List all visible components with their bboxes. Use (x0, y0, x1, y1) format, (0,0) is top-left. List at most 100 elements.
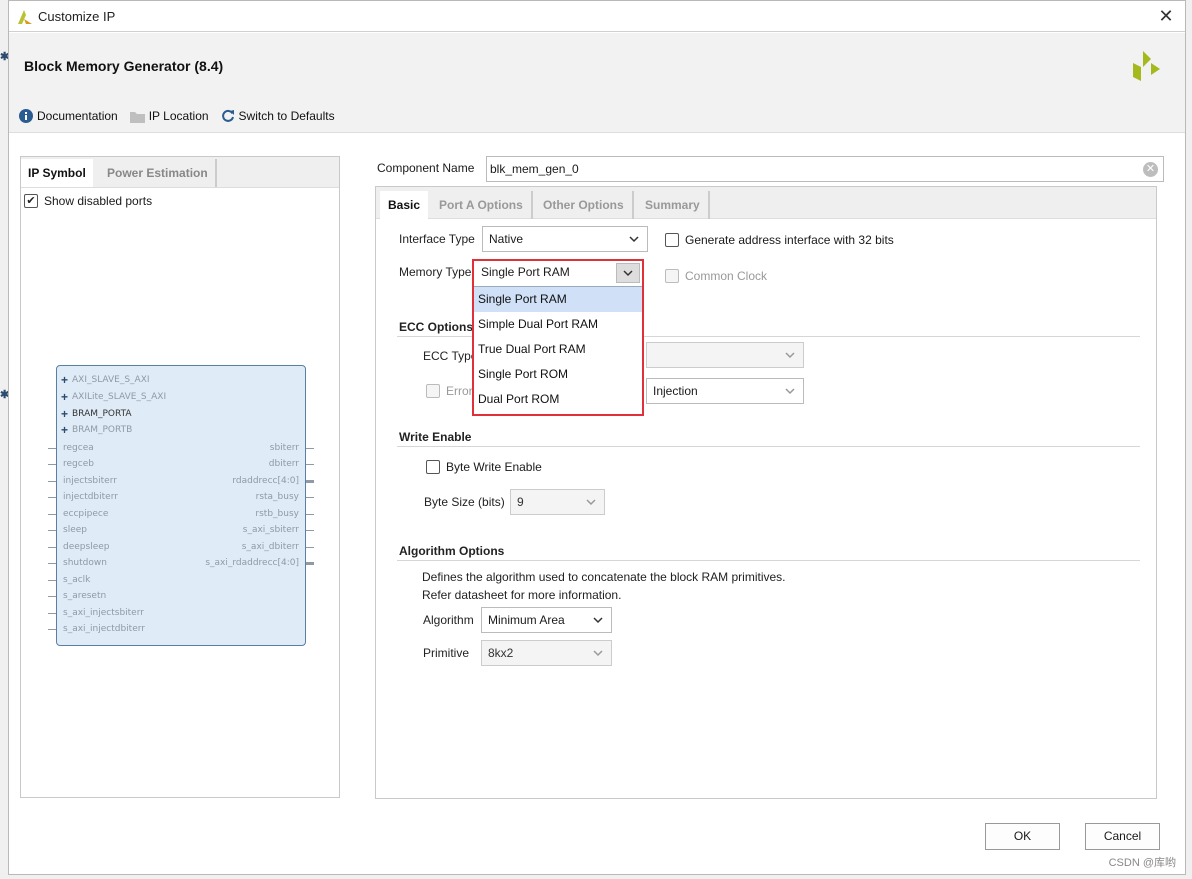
pin-stub (306, 547, 314, 548)
byte-size-value: 9 (517, 495, 524, 509)
bus-label: BRAM_PORTB (72, 425, 133, 435)
ok-button[interactable]: OK (985, 823, 1060, 850)
bus-bram-portb[interactable]: + BRAM_PORTB (60, 423, 132, 437)
pin-stub (306, 497, 314, 498)
ip-symbol-block: + AXI_SLAVE_S_AXI + AXILite_SLAVE_S_AXI + B… (56, 365, 306, 646)
close-button[interactable]: ✕ (1155, 5, 1177, 27)
show-disabled-ports-checkbox[interactable]: ✔ Show disabled ports (24, 194, 152, 208)
window-title: Customize IP (38, 9, 116, 24)
pin-stub (306, 448, 314, 449)
primitive-select[interactable]: 8kx2 (481, 640, 612, 666)
documentation-label: Documentation (37, 109, 118, 123)
chevron-down-icon (785, 352, 795, 359)
pin-right: dbiterr (268, 459, 299, 469)
interface-type-value: Native (489, 232, 524, 246)
ip-location-label: IP Location (148, 109, 209, 123)
pin-left: regcea (63, 443, 94, 453)
algorithm-description-2: Refer datasheet for more information. (422, 588, 622, 602)
xilinx-logo-icon (1133, 51, 1160, 81)
byte-size-select[interactable]: 9 (510, 489, 605, 515)
pin-stub (48, 481, 56, 482)
pin-stub (48, 613, 56, 614)
info-icon (19, 109, 33, 123)
tab-power-estimation[interactable]: Power Estimation (100, 159, 217, 187)
algorithm-select[interactable]: Minimum Area (481, 607, 612, 633)
pin-stub (306, 480, 314, 483)
refresh-icon (221, 109, 234, 122)
bus-bram-porta[interactable]: + BRAM_PORTA (60, 407, 132, 421)
common-clock-checkbox[interactable]: Common Clock (665, 269, 767, 283)
pin-left: injectdbiterr (63, 492, 118, 502)
interface-type-label: Interface Type (399, 232, 475, 246)
pin-left: s_axi_injectdbiterr (63, 624, 145, 634)
pin-left: s_aresetn (63, 591, 107, 601)
component-name-input[interactable]: blk_mem_gen_0 ✕ (486, 156, 1164, 182)
memory-type-label: Memory Type (399, 265, 472, 279)
generate-address-label: Generate address interface with 32 bits (685, 233, 894, 247)
component-name-value: blk_mem_gen_0 (490, 162, 579, 176)
checkbox-disabled-icon (665, 269, 679, 283)
pin-left: regceb (63, 459, 94, 469)
dialog-header: Block Memory Generator (8.4) Documentati… (9, 33, 1185, 133)
checkbox-disabled-icon (426, 384, 440, 398)
chevron-down-icon (593, 650, 603, 657)
bus-label: BRAM_PORTA (72, 409, 132, 419)
algorithm-label: Algorithm (423, 613, 474, 627)
pin-stub (48, 448, 56, 449)
error-injection-select[interactable]: Injection (646, 378, 804, 404)
pin-stub (48, 580, 56, 581)
pin-stub (48, 514, 56, 515)
clear-icon[interactable]: ✕ (1143, 162, 1158, 177)
pin-right: s_axi_rdaddrecc[4:0] (205, 558, 299, 568)
vivado-logo-icon (18, 10, 32, 24)
ip-name-title: Block Memory Generator (8.4) (24, 58, 224, 74)
component-name-label: Component Name (377, 161, 475, 175)
pin-right: rstb_busy (255, 509, 299, 519)
tab-other-options[interactable]: Other Options (535, 191, 634, 219)
bus-label: AXI_SLAVE_S_AXI (72, 375, 150, 385)
section-divider (397, 446, 1140, 447)
ip-location-button[interactable]: IP Location (129, 109, 209, 123)
generate-address-checkbox[interactable]: Generate address interface with 32 bits (665, 233, 894, 247)
checkbox-unchecked-icon (665, 233, 679, 247)
ecc-type-select[interactable] (646, 342, 804, 368)
write-enable-title: Write Enable (399, 430, 472, 444)
pin-left: s_axi_injectsbiterr (63, 608, 144, 618)
primitive-label: Primitive (423, 646, 470, 660)
checkbox-checked-icon: ✔ (24, 194, 38, 208)
checkbox-unchecked-icon (426, 460, 440, 474)
pin-stub (306, 514, 314, 515)
toolbar: Documentation IP Location Switch to Defa… (19, 109, 335, 123)
expand-icon: + (60, 373, 68, 387)
bus-axi-slave[interactable]: + AXI_SLAVE_S_AXI (60, 373, 150, 387)
pin-right: rdaddrecc[4:0] (232, 476, 299, 486)
cancel-button[interactable]: Cancel (1085, 823, 1160, 850)
pin-stub (48, 596, 56, 597)
expand-icon: + (60, 390, 68, 404)
tab-ip-symbol[interactable]: IP Symbol (21, 159, 93, 187)
bus-axilite-slave[interactable]: + AXILite_SLAVE_S_AXI (60, 390, 166, 404)
common-clock-label: Common Clock (685, 269, 768, 283)
switch-defaults-label: Switch to Defaults (238, 109, 335, 123)
pin-right: s_axi_sbiterr (242, 525, 299, 535)
right-tabs: Basic Port A Options Other Options Summa… (376, 187, 1156, 219)
ecc-options-title: ECC Options (399, 320, 473, 334)
tab-summary[interactable]: Summary (637, 191, 710, 219)
algorithm-options-title: Algorithm Options (399, 544, 505, 558)
tab-port-a-options[interactable]: Port A Options (431, 191, 533, 219)
ecc-type-label: ECC Type (423, 349, 478, 363)
tab-basic[interactable]: Basic (380, 191, 429, 219)
pin-stub (306, 464, 314, 465)
switch-defaults-button[interactable]: Switch to Defaults (221, 109, 335, 123)
byte-size-label: Byte Size (bits) (424, 495, 505, 509)
pin-stub (306, 562, 314, 565)
documentation-button[interactable]: Documentation (19, 109, 118, 123)
section-divider (397, 560, 1140, 561)
interface-type-select[interactable]: Native (482, 226, 648, 252)
error-injection-value: Injection (653, 384, 698, 398)
highlight-annotation-box (472, 259, 644, 416)
byte-write-enable-checkbox[interactable]: Byte Write Enable (426, 460, 542, 474)
pin-stub (48, 464, 56, 465)
pin-stub (48, 497, 56, 498)
pin-left: injectsbiterr (63, 476, 117, 486)
